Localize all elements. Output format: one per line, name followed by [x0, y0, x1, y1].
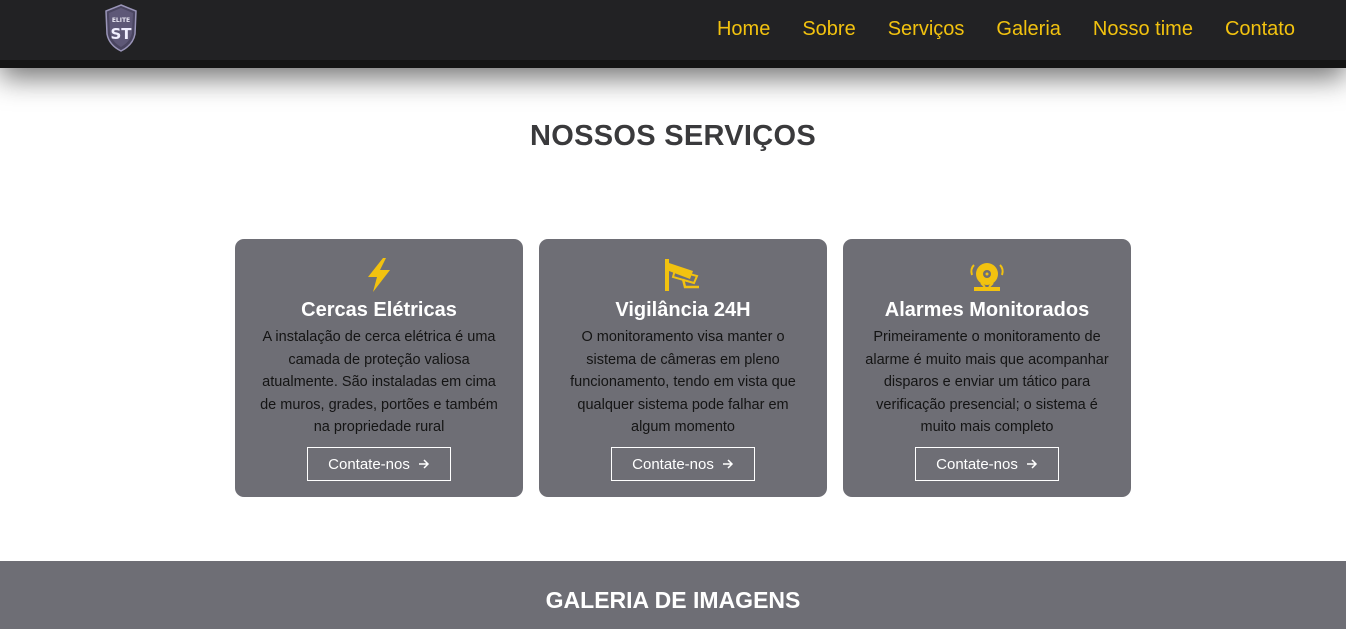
arrow-right-icon [1026, 459, 1037, 469]
card-description: Primeiramente o monitoramento de alarme … [865, 329, 1109, 435]
card-title: Cercas Elétricas [301, 299, 457, 321]
nav-servicos[interactable]: Serviços [888, 16, 965, 42]
nav-nosso-time[interactable]: Nosso time [1093, 16, 1193, 42]
nav-galeria[interactable]: Galeria [996, 16, 1060, 42]
nav-home[interactable]: Home [717, 16, 770, 42]
gallery-section: GALERIA DE IMAGENS [0, 561, 1346, 629]
service-card-alarmes: Alarmes Monitorados Primeiramente o moni… [843, 239, 1131, 497]
nav-sobre[interactable]: Sobre [802, 16, 855, 42]
svg-text:ST: ST [110, 25, 132, 43]
arrow-right-icon [418, 459, 429, 469]
arrow-right-icon [722, 459, 733, 469]
service-card-vigilancia: Vigilância 24H O monitoramento visa mant… [539, 239, 827, 497]
service-card-cercas: Cercas Elétricas A instalação de cerca e… [235, 239, 523, 497]
svg-text:ELITE: ELITE [112, 17, 130, 24]
contact-button-label: Contate-nos [632, 455, 714, 473]
lightning-bolt-icon [235, 257, 523, 293]
navbar: ELITE ST Home Sobre Serviços Galeria Nos… [0, 0, 1346, 68]
contact-button[interactable]: Contate-nos [611, 447, 755, 481]
card-description: O monitoramento visa manter o sistema de… [570, 329, 796, 435]
contact-button-label: Contate-nos [328, 455, 410, 473]
nav-contato[interactable]: Contato [1225, 16, 1295, 42]
main-nav: Home Sobre Serviços Galeria Nosso time C… [717, 16, 1295, 42]
card-description: A instalação de cerca elétrica é uma cam… [260, 329, 498, 435]
services-section-title: NOSSOS SERVIÇOS [530, 120, 816, 152]
card-title: Vigilância 24H [615, 299, 751, 321]
contact-button[interactable]: Contate-nos [307, 447, 451, 481]
alarm-bell-icon [843, 257, 1131, 293]
cctv-camera-icon [539, 257, 827, 293]
card-title: Alarmes Monitorados [884, 299, 1090, 321]
gallery-section-title: GALERIA DE IMAGENS [545, 587, 801, 613]
contact-button-label: Contate-nos [936, 455, 1018, 473]
contact-button[interactable]: Contate-nos [915, 447, 1059, 481]
elite-st-logo[interactable]: ELITE ST [104, 4, 138, 52]
services-cards: Cercas Elétricas A instalação de cerca e… [235, 239, 1131, 497]
